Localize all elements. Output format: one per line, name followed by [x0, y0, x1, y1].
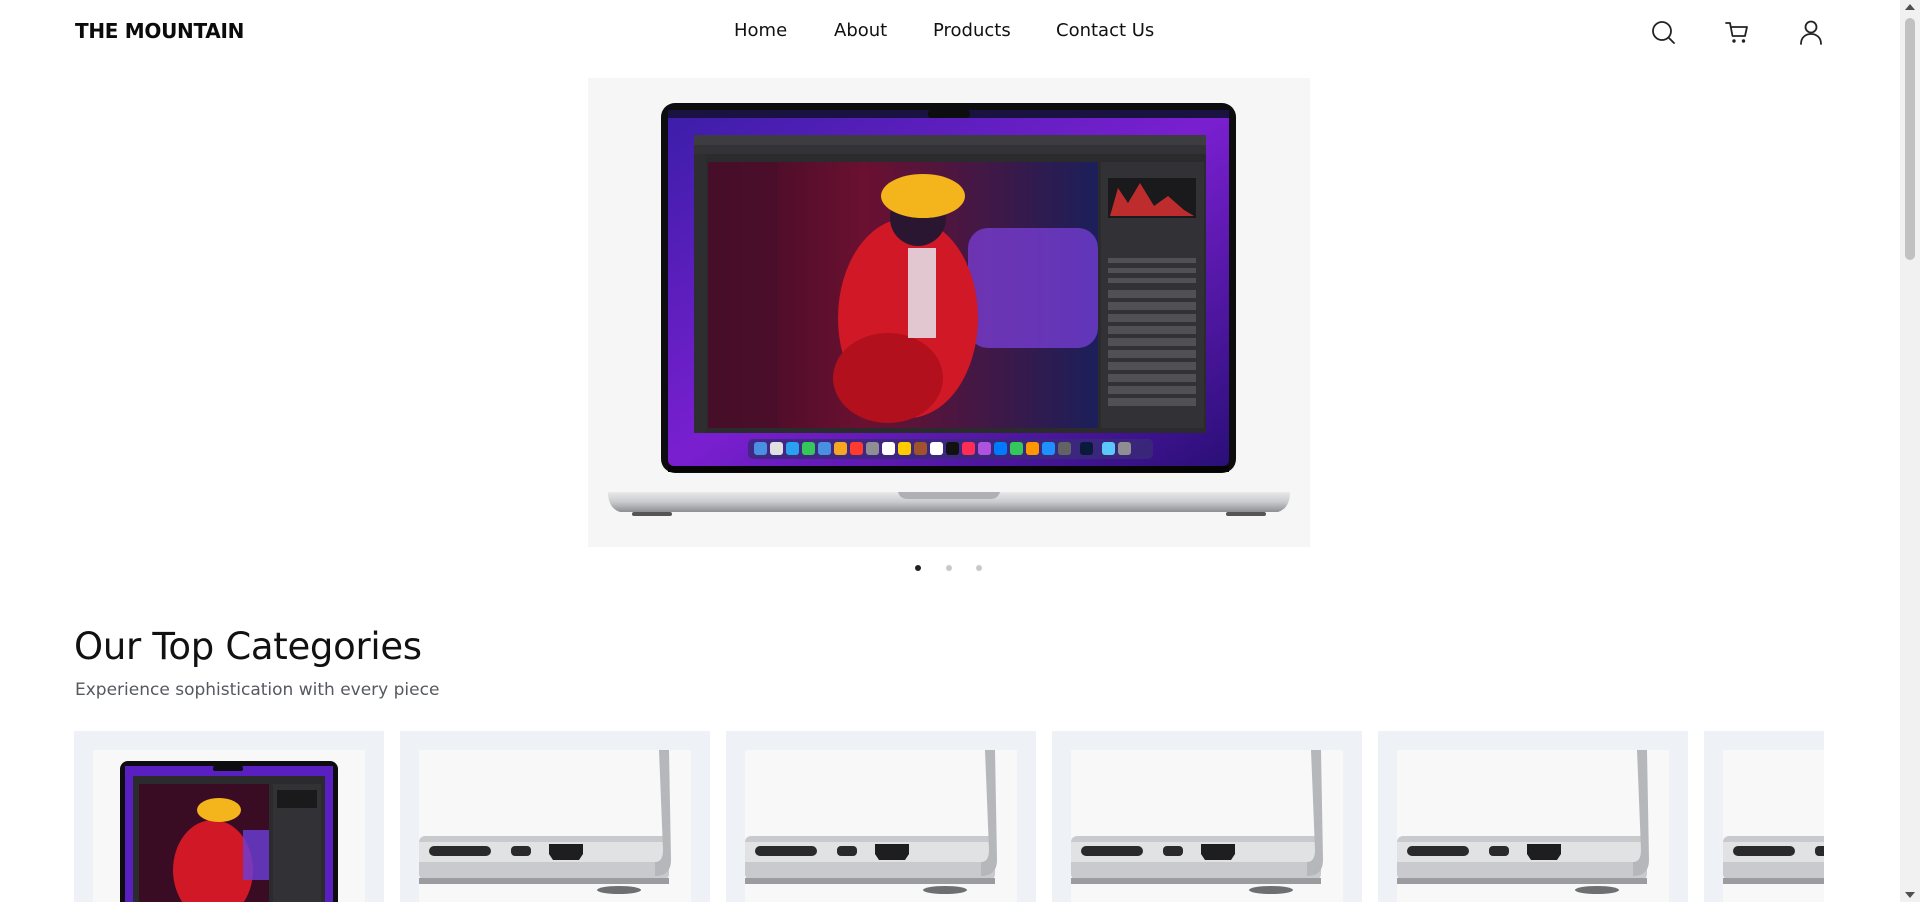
site-logo[interactable]: THE MOUNTAIN — [75, 19, 244, 43]
category-image — [93, 750, 365, 902]
category-image — [1723, 750, 1824, 902]
carousel-dot-2[interactable] — [946, 565, 952, 571]
scroll-thumb[interactable] — [1905, 18, 1915, 260]
category-card[interactable] — [1704, 731, 1824, 902]
category-image — [1071, 750, 1343, 902]
site-header: THE MOUNTAIN Home About Products Contact… — [0, 0, 1900, 64]
macbook-image — [608, 103, 1290, 516]
category-image — [419, 750, 691, 902]
categories-title: Our Top Categories — [74, 625, 422, 668]
category-card[interactable] — [74, 731, 384, 902]
nav-home[interactable]: Home — [734, 20, 787, 41]
scroll-up-arrow[interactable] — [1905, 4, 1915, 10]
search-icon[interactable] — [1649, 18, 1677, 46]
nav-products[interactable]: Products — [933, 20, 1011, 41]
cart-icon[interactable] — [1723, 18, 1751, 46]
hero-slide-image — [588, 78, 1310, 547]
category-image — [1397, 750, 1669, 902]
category-card[interactable] — [400, 731, 710, 902]
user-icon[interactable] — [1797, 18, 1825, 46]
category-carousel — [74, 731, 1824, 902]
carousel-dot-3[interactable] — [976, 565, 982, 571]
category-image — [745, 750, 1017, 902]
category-card[interactable] — [726, 731, 1036, 902]
scroll-down-arrow[interactable] — [1905, 892, 1915, 898]
category-card[interactable] — [1378, 731, 1688, 902]
carousel-dot-1[interactable] — [915, 565, 921, 571]
page-scrollbar[interactable] — [1900, 0, 1920, 902]
nav-contact-us[interactable]: Contact Us — [1056, 20, 1154, 41]
category-card[interactable] — [1052, 731, 1362, 902]
categories-subtitle: Experience sophistication with every pie… — [75, 680, 440, 700]
nav-about[interactable]: About — [834, 20, 887, 41]
